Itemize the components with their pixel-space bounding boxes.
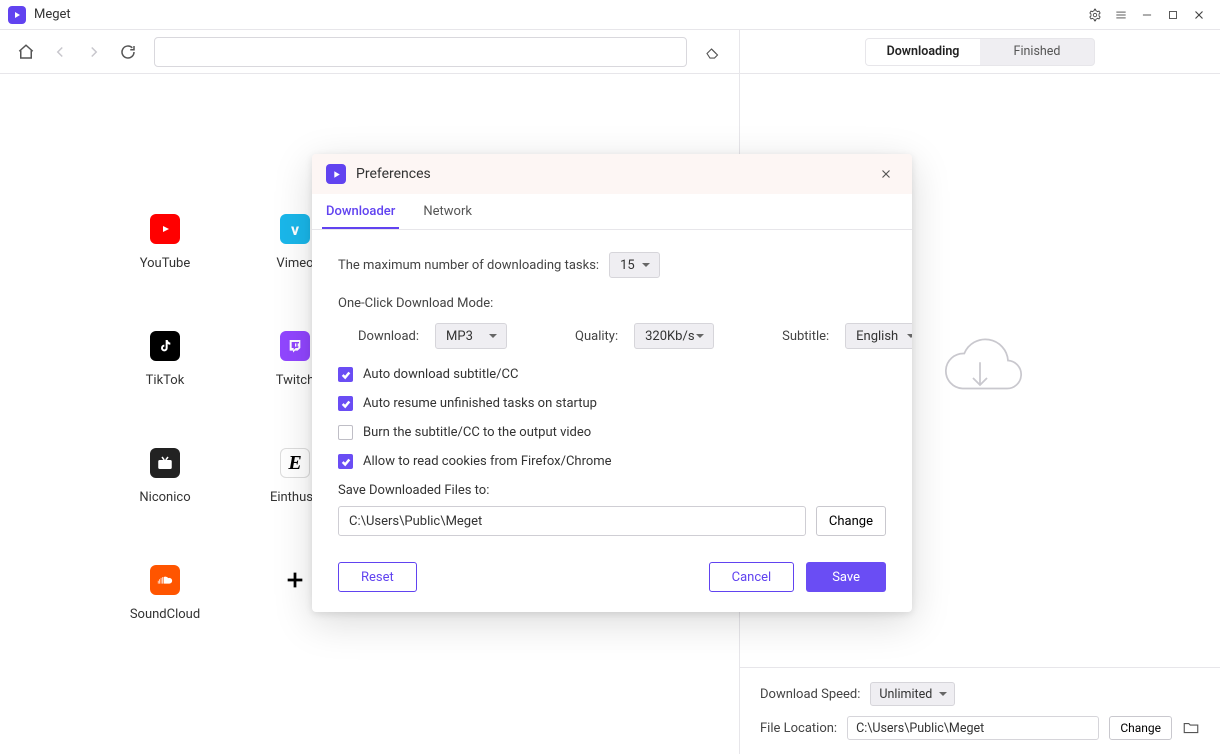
site-soundcloud[interactable]: SoundCloud: [100, 565, 230, 622]
tab-downloading[interactable]: Downloading: [866, 39, 980, 65]
dialog-close-button[interactable]: [874, 162, 898, 186]
checkbox-auto-resume-label: Auto resume unfinished tasks on startup: [363, 396, 597, 411]
checkbox-burn-subtitle-label: Burn the subtitle/CC to the output video: [363, 425, 591, 440]
home-icon[interactable]: [12, 38, 40, 66]
save-path-change-button[interactable]: Change: [816, 506, 886, 536]
tiktok-icon: [150, 331, 180, 361]
tab-network[interactable]: Network: [419, 196, 476, 229]
forward-icon[interactable]: [80, 38, 108, 66]
niconico-icon: [150, 448, 180, 478]
subtitle-label: Subtitle:: [782, 329, 829, 344]
cloud-download-icon: [935, 336, 1025, 406]
checkbox-cookies-label: Allow to read cookies from Firefox/Chrom…: [363, 454, 612, 469]
twitch-icon: [280, 331, 310, 361]
dialog-tabs: Downloader Network: [312, 194, 912, 230]
back-icon[interactable]: [46, 38, 74, 66]
youtube-icon: [150, 214, 180, 244]
checkbox-auto-resume[interactable]: [338, 396, 353, 411]
download-tabs: Downloading Finished: [740, 30, 1220, 74]
quality-select[interactable]: 320Kb/s: [634, 323, 714, 349]
close-button[interactable]: [1186, 2, 1212, 28]
checkbox-auto-subtitle-label: Auto download subtitle/CC: [363, 367, 518, 382]
clear-icon[interactable]: [699, 38, 727, 66]
title-bar: Meget: [0, 0, 1220, 30]
reload-icon[interactable]: [114, 38, 142, 66]
max-tasks-label: The maximum number of downloading tasks:: [338, 258, 599, 273]
download-format-select[interactable]: MP3: [435, 323, 507, 349]
vimeo-icon: v: [280, 214, 310, 244]
app-logo-icon: [8, 6, 26, 24]
einthusan-icon: E: [280, 448, 310, 478]
file-location-label: File Location:: [760, 721, 837, 736]
open-folder-icon[interactable]: [1182, 719, 1200, 737]
tab-downloader[interactable]: Downloader: [322, 196, 399, 229]
checkbox-cookies[interactable]: [338, 454, 353, 469]
minimize-button[interactable]: [1134, 2, 1160, 28]
site-youtube[interactable]: YouTube: [100, 214, 230, 271]
settings-icon[interactable]: [1082, 2, 1108, 28]
menu-icon[interactable]: [1108, 2, 1134, 28]
address-bar[interactable]: [154, 37, 687, 67]
checkbox-auto-subtitle[interactable]: [338, 367, 353, 382]
file-location-path[interactable]: C:\Users\Public\Meget: [847, 716, 1099, 740]
one-click-label: One-Click Download Mode:: [338, 296, 493, 311]
soundcloud-icon: [150, 565, 180, 595]
dialog-titlebar: Preferences: [312, 154, 912, 194]
save-path-input[interactable]: C:\Users\Public\Meget: [338, 506, 806, 536]
dialog-logo-icon: [326, 164, 346, 184]
preferences-dialog: Preferences Downloader Network The maxim…: [312, 154, 912, 612]
download-speed-select[interactable]: Unlimited: [870, 682, 955, 706]
app-name: Meget: [34, 7, 71, 22]
quality-label: Quality:: [575, 329, 618, 344]
subtitle-select[interactable]: English: [845, 323, 912, 349]
reset-button[interactable]: Reset: [338, 562, 417, 592]
change-location-button[interactable]: Change: [1109, 716, 1172, 740]
bottom-panel: Download Speed: Unlimited File Location:…: [740, 667, 1220, 754]
site-tiktok[interactable]: TikTok: [100, 331, 230, 388]
save-to-label: Save Downloaded Files to:: [338, 483, 886, 498]
checkbox-burn-subtitle[interactable]: [338, 425, 353, 440]
plus-icon: [280, 565, 310, 595]
download-speed-label: Download Speed:: [760, 687, 860, 702]
cancel-button[interactable]: Cancel: [709, 562, 795, 592]
dialog-title: Preferences: [356, 166, 431, 182]
maximize-button[interactable]: [1160, 2, 1186, 28]
max-tasks-select[interactable]: 15: [609, 252, 660, 278]
save-button[interactable]: Save: [806, 562, 886, 592]
browser-toolbar: [0, 30, 739, 74]
tab-finished[interactable]: Finished: [980, 39, 1094, 65]
site-niconico[interactable]: Niconico: [100, 448, 230, 505]
download-format-label: Download:: [358, 329, 419, 344]
